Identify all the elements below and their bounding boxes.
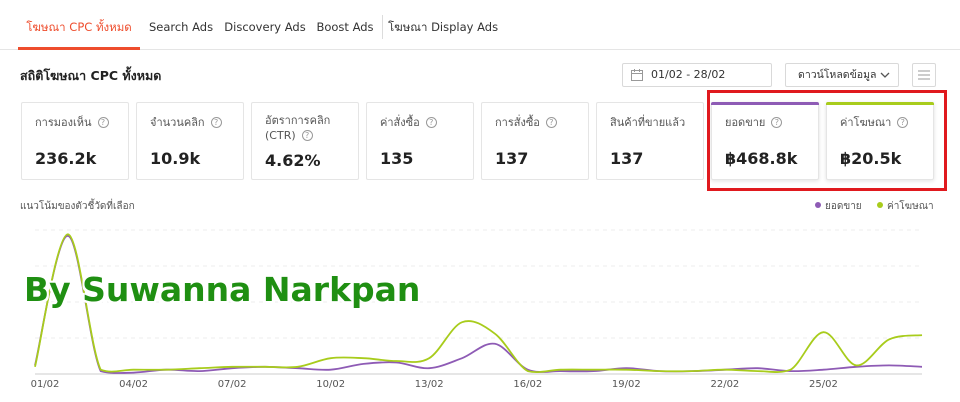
x-tick-label: 01/02 [31, 379, 60, 390]
x-tick-label: 04/02 [119, 379, 148, 390]
metric-label: สินค้าที่ขายแล้ว [610, 116, 686, 129]
metric-value: 4.62% [265, 151, 321, 170]
x-tick-label: 25/02 [809, 379, 838, 390]
menu-icon [918, 70, 930, 80]
metric-card-clicks[interactable]: จำนวนคลิก? 10.9k [136, 102, 244, 180]
metric-card-ctr[interactable]: อัตราการคลิก (CTR)? 4.62% [251, 102, 359, 180]
tab-all-cpc-ads[interactable]: โฆษณา CPC ทั้งหมด [18, 0, 140, 50]
metric-card-items-sold[interactable]: สินค้าที่ขายแล้ว 137 [596, 102, 704, 180]
legend-dot-ad-cost [877, 202, 883, 208]
x-tick-label: 07/02 [218, 379, 247, 390]
x-tick-label: 16/02 [513, 379, 542, 390]
x-tick-label: 10/02 [316, 379, 345, 390]
help-icon[interactable]: ? [301, 130, 313, 141]
metric-value: 137 [495, 149, 529, 168]
legend-item-ad-cost[interactable]: ค่าโฆษณา [877, 199, 934, 214]
tab-boost-ads[interactable]: Boost Ads [312, 0, 378, 50]
metric-value: 135 [380, 149, 414, 168]
download-data-label: ดาวน์โหลดข้อมูล [798, 69, 877, 81]
legend-item-sales[interactable]: ยอดขาย [815, 199, 862, 214]
metric-value: 137 [610, 149, 644, 168]
metric-card-order-value[interactable]: ค่าสั่งซื้อ? 135 [366, 102, 474, 180]
tab-display-ads[interactable]: โฆษณา Display Ads [388, 0, 498, 50]
metric-label: การสั่งซื้อ? [495, 115, 557, 130]
metric-label: อัตราการคลิก (CTR)? [265, 114, 331, 142]
chevron-down-icon [880, 72, 890, 78]
metric-label: ค่าสั่งซื้อ? [380, 115, 437, 130]
help-icon[interactable]: ? [425, 117, 437, 128]
tab-search-ads[interactable]: Search Ads [144, 0, 218, 50]
column-menu-button[interactable] [912, 63, 936, 87]
legend-dot-sales [815, 202, 821, 208]
x-tick-label: 13/02 [415, 379, 444, 390]
active-tab-indicator [18, 47, 140, 50]
metric-card-impressions[interactable]: การมองเห็น? 236.2k [21, 102, 129, 180]
download-data-button[interactable]: ดาวน์โหลดข้อมูล [785, 63, 899, 87]
x-tick-label: 22/02 [710, 379, 739, 390]
red-highlight-box [707, 90, 947, 191]
help-icon[interactable]: ? [97, 117, 109, 128]
chart-title: แนวโน้มของตัวชี้วัดที่เลือก [20, 201, 135, 212]
tab-divider [382, 15, 383, 39]
calendar-icon [631, 69, 643, 81]
ads-type-tabs: โฆษณา CPC ทั้งหมด Search Ads Discovery A… [0, 0, 960, 50]
metric-card-orders[interactable]: การสั่งซื้อ? 137 [481, 102, 589, 180]
section-title: สถิติโฆษณา CPC ทั้งหมด [20, 68, 162, 83]
author-watermark: By Suwanna Narkpan [24, 270, 421, 309]
date-range-picker[interactable]: 01/02 - 28/02 [622, 63, 772, 87]
date-range-text: 01/02 - 28/02 [651, 68, 726, 81]
metric-label: จำนวนคลิก? [150, 115, 222, 130]
metric-value: 236.2k [35, 149, 97, 168]
tab-discovery-ads[interactable]: Discovery Ads [222, 0, 308, 50]
x-tick-label: 19/02 [612, 379, 641, 390]
help-icon[interactable]: ? [210, 117, 222, 128]
metric-value: 10.9k [150, 149, 201, 168]
metric-label: การมองเห็น? [35, 115, 109, 130]
help-icon[interactable]: ? [545, 117, 557, 128]
